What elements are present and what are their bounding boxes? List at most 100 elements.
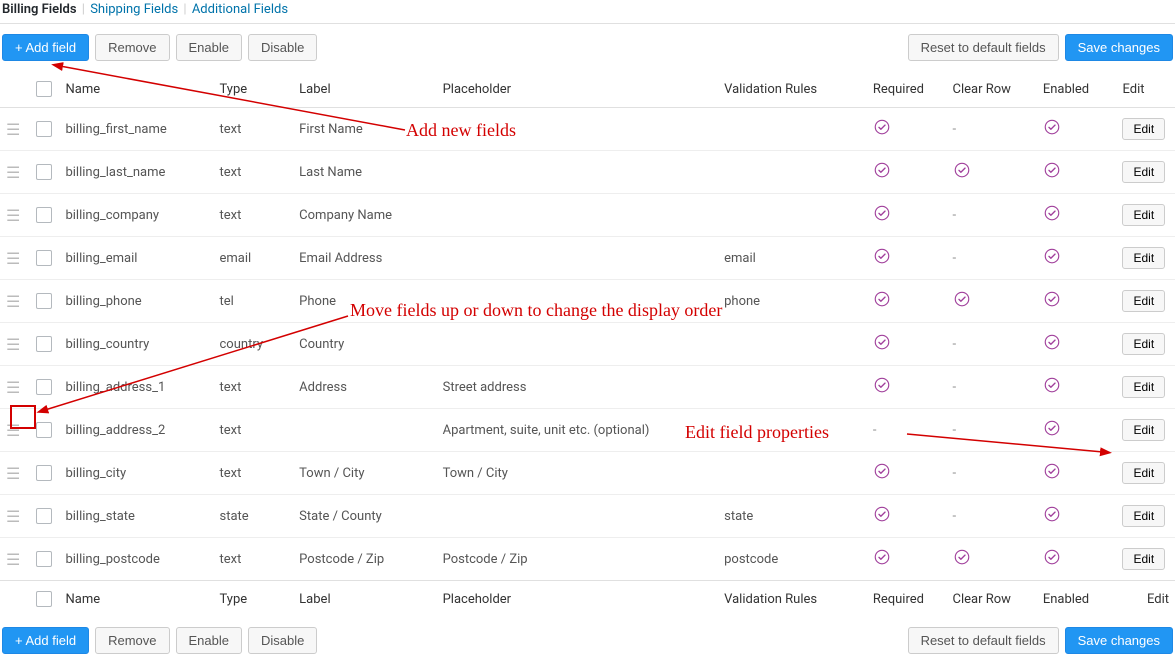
row-checkbox[interactable] — [36, 551, 52, 567]
tab-additional[interactable]: Additional Fields — [192, 2, 288, 17]
drag-handle-icon[interactable]: ☰ — [6, 378, 20, 397]
cell-type: text — [214, 409, 294, 452]
cell-clear — [947, 538, 1037, 581]
select-all-checkbox-footer[interactable] — [36, 591, 52, 607]
disable-button-bottom[interactable]: Disable — [248, 627, 317, 654]
add-field-button[interactable]: + Add field — [2, 34, 89, 61]
table-row: ☰billing_statestateState / Countystate-E… — [0, 495, 1175, 538]
edit-button[interactable]: Edit — [1122, 505, 1165, 527]
cell-placeholder — [437, 280, 719, 323]
cell-placeholder: Street address — [437, 366, 719, 409]
drag-handle-icon[interactable]: ☰ — [6, 120, 20, 139]
edit-button[interactable]: Edit — [1122, 204, 1165, 226]
table-row: ☰billing_address_2textApartment, suite, … — [0, 409, 1175, 452]
col-clear: Clear Row — [947, 71, 1037, 108]
cell-name: billing_email — [59, 237, 213, 280]
cell-clear: - — [947, 495, 1037, 538]
edit-button[interactable]: Edit — [1122, 161, 1165, 183]
save-button[interactable]: Save changes — [1065, 34, 1173, 61]
check-circle-icon — [1043, 290, 1061, 308]
toolbar-bottom: + Add field Remove Enable Disable Reset … — [0, 617, 1175, 664]
drag-handle-icon[interactable]: ☰ — [6, 550, 20, 569]
row-checkbox[interactable] — [36, 164, 52, 180]
cell-placeholder — [437, 108, 719, 151]
add-field-button-bottom[interactable]: + Add field — [2, 627, 89, 654]
col-name: Name — [59, 71, 213, 108]
table-row: ☰billing_phonetelPhonephoneEdit — [0, 280, 1175, 323]
edit-button[interactable]: Edit — [1122, 548, 1165, 570]
edit-button[interactable]: Edit — [1122, 419, 1165, 441]
enable-button[interactable]: Enable — [176, 34, 242, 61]
edit-button[interactable]: Edit — [1122, 118, 1165, 140]
drag-handle-icon[interactable]: ☰ — [6, 249, 20, 268]
cell-enabled — [1037, 323, 1117, 366]
cell-type: country — [214, 323, 294, 366]
row-checkbox[interactable] — [36, 465, 52, 481]
cell-clear: - — [947, 194, 1037, 237]
cell-required — [867, 452, 947, 495]
row-checkbox[interactable] — [36, 508, 52, 524]
edit-button[interactable]: Edit — [1122, 462, 1165, 484]
cell-required — [867, 237, 947, 280]
drag-handle-icon[interactable]: ☰ — [6, 507, 20, 526]
cell-clear: - — [947, 366, 1037, 409]
edit-button[interactable]: Edit — [1122, 333, 1165, 355]
drag-handle-icon[interactable]: ☰ — [6, 464, 20, 483]
edit-button[interactable]: Edit — [1122, 376, 1165, 398]
enable-button-bottom[interactable]: Enable — [176, 627, 242, 654]
row-checkbox[interactable] — [36, 293, 52, 309]
cell-clear — [947, 151, 1037, 194]
tab-billing[interactable]: Billing Fields — [2, 2, 77, 17]
col-edit: Edit — [1116, 71, 1175, 108]
cell-clear: - — [947, 108, 1037, 151]
reset-button-bottom[interactable]: Reset to default fields — [908, 627, 1059, 654]
edit-button[interactable]: Edit — [1122, 290, 1165, 312]
row-checkbox[interactable] — [36, 121, 52, 137]
cell-type: tel — [214, 280, 294, 323]
cell-clear: - — [947, 237, 1037, 280]
select-all-checkbox[interactable] — [36, 81, 52, 97]
cell-type: text — [214, 151, 294, 194]
check-circle-icon — [1043, 333, 1061, 351]
check-circle-icon — [873, 376, 891, 394]
save-button-bottom[interactable]: Save changes — [1065, 627, 1173, 654]
check-circle-icon — [1043, 118, 1061, 136]
cell-placeholder: Apartment, suite, unit etc. (optional) — [437, 409, 719, 452]
cell-validation: postcode — [718, 538, 867, 581]
drag-handle-icon[interactable]: ☰ — [6, 206, 20, 225]
row-checkbox[interactable] — [36, 207, 52, 223]
cell-clear — [947, 280, 1037, 323]
cell-placeholder — [437, 151, 719, 194]
row-checkbox[interactable] — [36, 250, 52, 266]
cell-validation: email — [718, 237, 867, 280]
table-row: ☰billing_countrycountryCountry-Edit — [0, 323, 1175, 366]
cell-required — [867, 151, 947, 194]
cell-placeholder: Postcode / Zip — [437, 538, 719, 581]
row-checkbox[interactable] — [36, 379, 52, 395]
row-checkbox[interactable] — [36, 336, 52, 352]
drag-handle-icon[interactable]: ☰ — [6, 421, 20, 440]
drag-handle-icon[interactable]: ☰ — [6, 163, 20, 182]
cell-enabled — [1037, 495, 1117, 538]
row-checkbox[interactable] — [36, 422, 52, 438]
cell-validation — [718, 323, 867, 366]
cell-validation — [718, 194, 867, 237]
reset-button[interactable]: Reset to default fields — [908, 34, 1059, 61]
tab-shipping[interactable]: Shipping Fields — [90, 2, 178, 17]
tabs: Billing Fields | Shipping Fields | Addit… — [0, 0, 1175, 24]
remove-button-bottom[interactable]: Remove — [95, 627, 169, 654]
cell-label: Company Name — [293, 194, 436, 237]
cell-enabled — [1037, 108, 1117, 151]
cell-required — [867, 108, 947, 151]
col-label: Label — [293, 71, 436, 108]
cell-validation — [718, 366, 867, 409]
cell-required — [867, 323, 947, 366]
edit-button[interactable]: Edit — [1122, 247, 1165, 269]
cell-type: text — [214, 452, 294, 495]
cell-placeholder — [437, 495, 719, 538]
drag-handle-icon[interactable]: ☰ — [6, 292, 20, 311]
drag-handle-icon[interactable]: ☰ — [6, 335, 20, 354]
remove-button[interactable]: Remove — [95, 34, 169, 61]
table-row: ☰billing_address_1textAddressStreet addr… — [0, 366, 1175, 409]
disable-button[interactable]: Disable — [248, 34, 317, 61]
